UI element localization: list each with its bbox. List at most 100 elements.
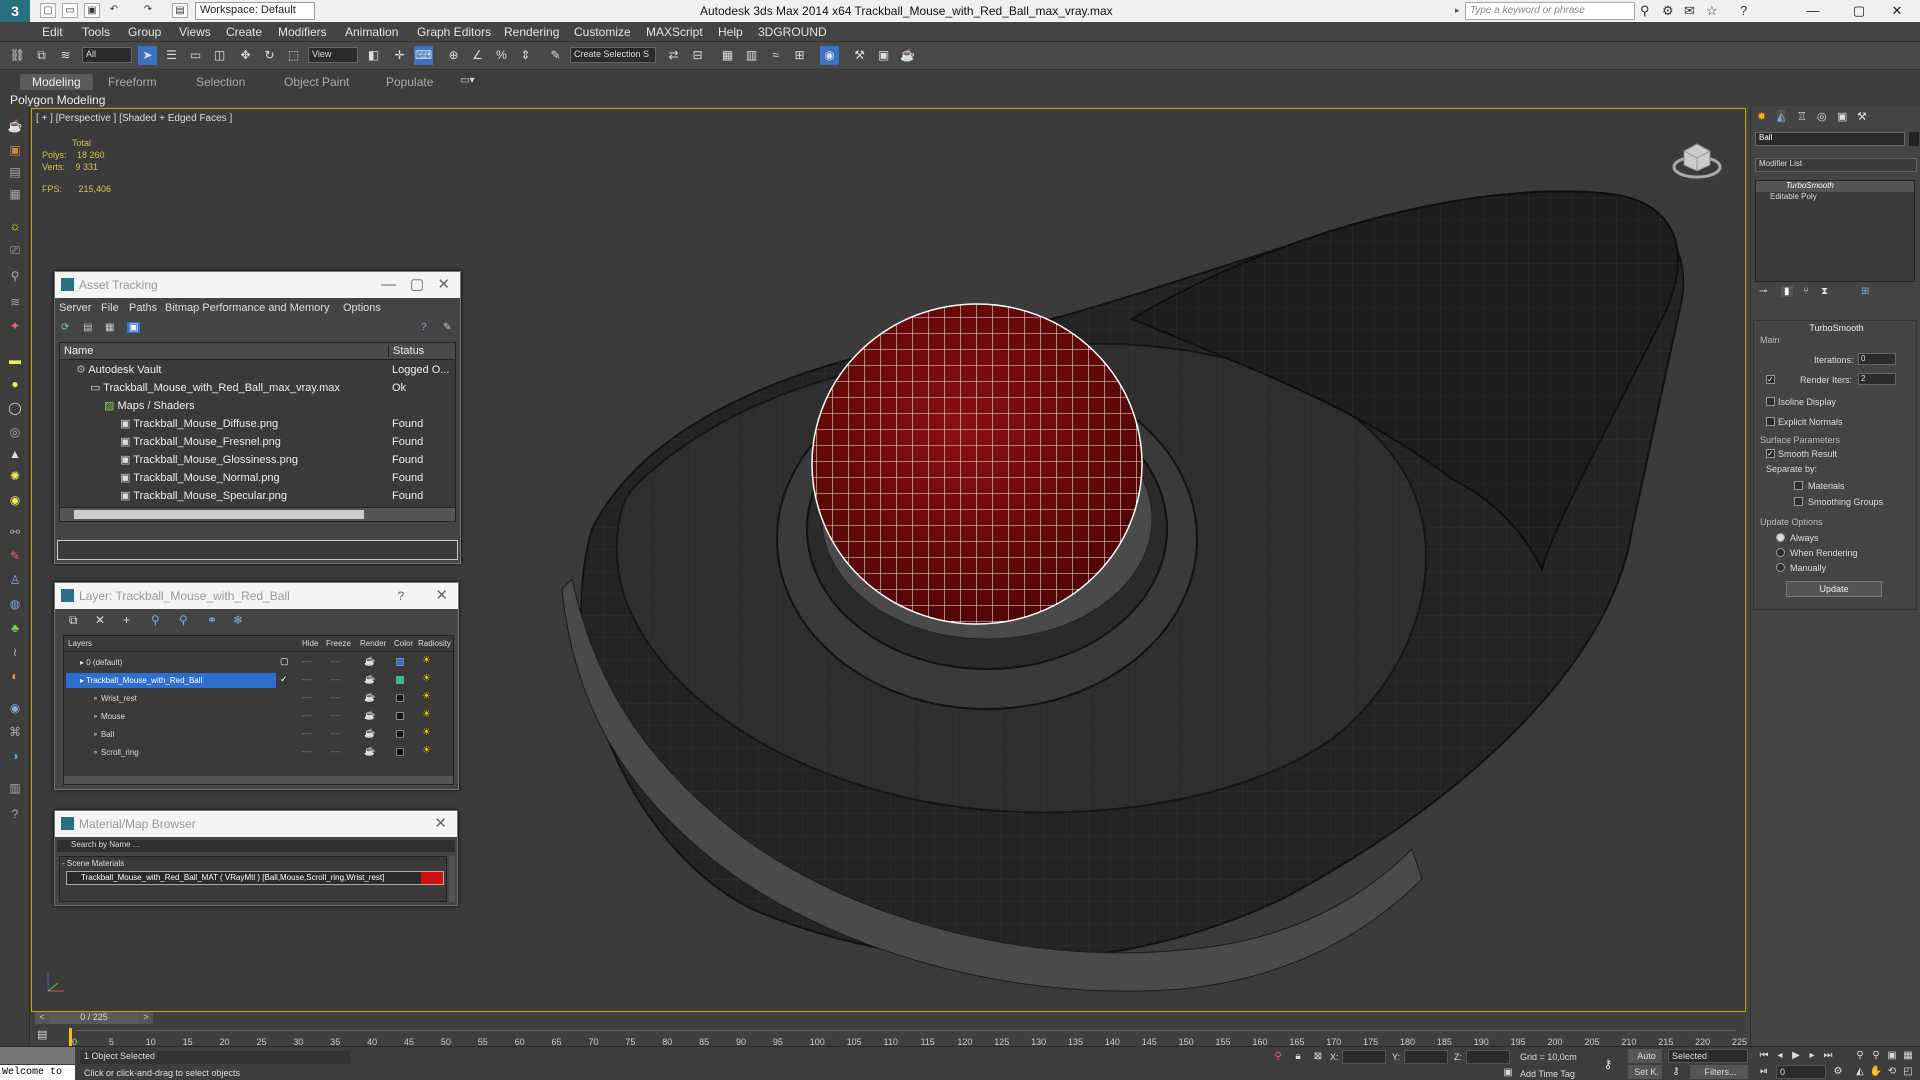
align-icon[interactable]: ⊟	[688, 46, 707, 65]
key-filters-button[interactable]: Filters...	[1690, 1065, 1748, 1079]
hide-toggle[interactable]: ----	[302, 711, 313, 720]
col-status[interactable]: Status	[388, 345, 424, 357]
radiosity-icon[interactable]: ☀	[422, 709, 431, 720]
close-icon[interactable]: ✕	[435, 583, 448, 609]
shape-icon[interactable]: ◯	[6, 400, 24, 416]
sphere-icon[interactable]: ●	[6, 376, 24, 392]
current-layer-check-icon[interactable]: ✓	[280, 674, 288, 685]
maxscript-listener[interactable]: Welcome to	[0, 1065, 75, 1080]
col-radiosity[interactable]: Radiosity	[418, 639, 451, 648]
teapot-icon[interactable]: ☕	[6, 118, 24, 134]
minimize-button[interactable]: —	[1790, 0, 1836, 22]
object-name-field[interactable]: Ball	[1755, 132, 1905, 146]
explicit-normals-checkbox[interactable]	[1766, 417, 1775, 426]
menu-modifiers[interactable]: Modifiers	[278, 25, 327, 39]
menu-graph-editors[interactable]: Graph Editors	[417, 25, 491, 39]
selection-lock-icon[interactable]: 🔒︎	[1290, 1050, 1306, 1064]
hide-toggle[interactable]: ----	[302, 729, 313, 738]
layer-row[interactable]: ⚬ Mouse ---- ---- ☕ ☀	[64, 708, 453, 725]
col-layers[interactable]: Layers	[68, 639, 92, 648]
radiosity-icon[interactable]: ☀	[422, 691, 431, 702]
menu-maxscript[interactable]: MAXScript	[646, 25, 703, 39]
select-object-icon[interactable]: ➤	[138, 46, 157, 65]
layer-color-swatch[interactable]	[396, 730, 404, 738]
tab-modeling[interactable]: Modeling	[20, 74, 93, 90]
render-teapot-icon[interactable]: ☕	[364, 746, 375, 757]
menu-options[interactable]: Options	[343, 302, 381, 314]
camera-icon[interactable]: ⎚	[6, 242, 24, 258]
keyboard-shortcut-toggle-icon[interactable]: ⌨	[414, 46, 433, 65]
material-item[interactable]: Trackball_Mouse_with_Red_Ball_MAT ( VRay…	[66, 871, 444, 885]
menu-rendering[interactable]: Rendering	[504, 25, 559, 39]
render-iters-checkbox[interactable]: ✓	[1766, 375, 1775, 384]
binoculars-icon[interactable]: ⚲	[1640, 3, 1650, 19]
help-icon[interactable]: ?	[1740, 3, 1747, 18]
freeze-toggle[interactable]: ----	[330, 711, 341, 720]
timeslider-next-icon[interactable]: >	[139, 1012, 153, 1024]
motion-tab-icon[interactable]: ◎	[1817, 110, 1827, 123]
render-production-icon[interactable]: ☕	[898, 46, 917, 65]
paint-icon[interactable]: ✎	[6, 548, 24, 564]
goto-start-icon[interactable]: ⏮	[1756, 1049, 1772, 1063]
mirror-icon[interactable]: ⇄	[664, 46, 683, 65]
zoom-extents-icon[interactable]: ▣	[1884, 1049, 1900, 1063]
layer-scrollbar[interactable]	[64, 776, 453, 784]
selected-dropdown[interactable]: Selected	[1668, 1049, 1748, 1063]
play-icon[interactable]: ▶	[1788, 1049, 1804, 1063]
object-icon[interactable]: ⚬	[92, 712, 101, 721]
zoom-all-icon[interactable]: ⚲	[1868, 1049, 1884, 1063]
material-scrollbar[interactable]	[449, 856, 455, 902]
z-coordinate-field[interactable]	[1466, 1050, 1510, 1064]
menu-paths[interactable]: Paths	[129, 302, 157, 314]
prev-frame-icon[interactable]: ◂	[1772, 1049, 1788, 1063]
window-crossing-icon[interactable]: ◫	[210, 46, 229, 65]
sun-icon[interactable]: ✺	[6, 468, 24, 484]
utilities-tab-icon[interactable]: ⚒	[1857, 110, 1867, 123]
layer-name-cell[interactable]: ▸ Trackball_Mouse_with_Red_Ball	[66, 673, 276, 688]
time-marker[interactable]	[69, 1028, 72, 1046]
rendered-frame-window-icon[interactable]: ▣	[874, 46, 893, 65]
favorites-star-icon[interactable]: ☆	[1706, 3, 1718, 19]
polygon-modeling-panel[interactable]: Polygon Modeling	[10, 93, 105, 107]
omni-light-icon[interactable]: ◉	[6, 492, 24, 508]
create-layer-icon[interactable]: ⧉	[69, 613, 78, 628]
materials-checkbox[interactable]	[1794, 481, 1803, 490]
layer-color-swatch[interactable]	[396, 658, 404, 666]
mini-curve-editor-icon[interactable]: ▤	[37, 1028, 47, 1041]
spinner-snap-icon[interactable]: ⇕	[516, 46, 535, 65]
curve-editor-icon[interactable]: ≈	[766, 46, 785, 65]
key-mode-icon[interactable]: ⏯	[1756, 1065, 1772, 1079]
open-file-icon[interactable]: ▭	[62, 3, 78, 18]
layer-row[interactable]: ▸ Trackball_Mouse_with_Red_Ball ✓ ---- ----…	[64, 672, 453, 689]
time-slider[interactable]: 0 / 225	[49, 1012, 139, 1024]
horizontal-scrollbar[interactable]	[60, 507, 455, 521]
material-browser-titlebar[interactable]: Material/Map Browser ✕	[55, 811, 457, 837]
pin-icon[interactable]: ✎	[443, 322, 451, 333]
project-folder-icon[interactable]: ▤	[172, 3, 188, 18]
hair-icon[interactable]: ≀	[6, 644, 24, 660]
close-button[interactable]: ✕	[1874, 0, 1920, 22]
menu-edit[interactable]: Edit	[42, 25, 63, 39]
configure-sets-icon[interactable]: ⊞	[1861, 286, 1869, 297]
layer-manager-titlebar[interactable]: Layer: Trackball_Mouse_with_Red_Ball ? ✕	[55, 583, 458, 609]
question-icon[interactable]: ?	[6, 806, 24, 822]
maxscript-listener-top[interactable]	[0, 1047, 75, 1064]
foliage-icon[interactable]: ♣	[6, 620, 24, 636]
select-and-move-icon[interactable]: ✥	[236, 46, 255, 65]
layer-color-swatch[interactable]	[396, 694, 404, 702]
time-tag-icon[interactable]: ▣	[1500, 1066, 1516, 1080]
close-icon[interactable]: ✕	[434, 811, 447, 837]
selection-filter-dropdown[interactable]: All	[82, 47, 132, 63]
layer-color-swatch[interactable]	[396, 712, 404, 720]
save-file-icon[interactable]: ▣	[84, 3, 100, 18]
set-key-button[interactable]: Set K.	[1628, 1065, 1662, 1079]
tab-selection[interactable]: Selection	[184, 74, 257, 90]
select-by-name-icon[interactable]: ☰	[162, 46, 181, 65]
undo-icon[interactable]: ↶	[106, 3, 122, 18]
utility-icon[interactable]: ▥	[6, 780, 24, 796]
render-icon[interactable]: ◉	[6, 700, 24, 716]
asset-row[interactable]: ▨ Maps / Shaders	[104, 397, 195, 415]
col-name[interactable]: Name	[64, 345, 93, 357]
freeze-toggle[interactable]: ----	[330, 747, 341, 756]
ribbon-options-icon[interactable]: ▭▾	[460, 75, 474, 86]
